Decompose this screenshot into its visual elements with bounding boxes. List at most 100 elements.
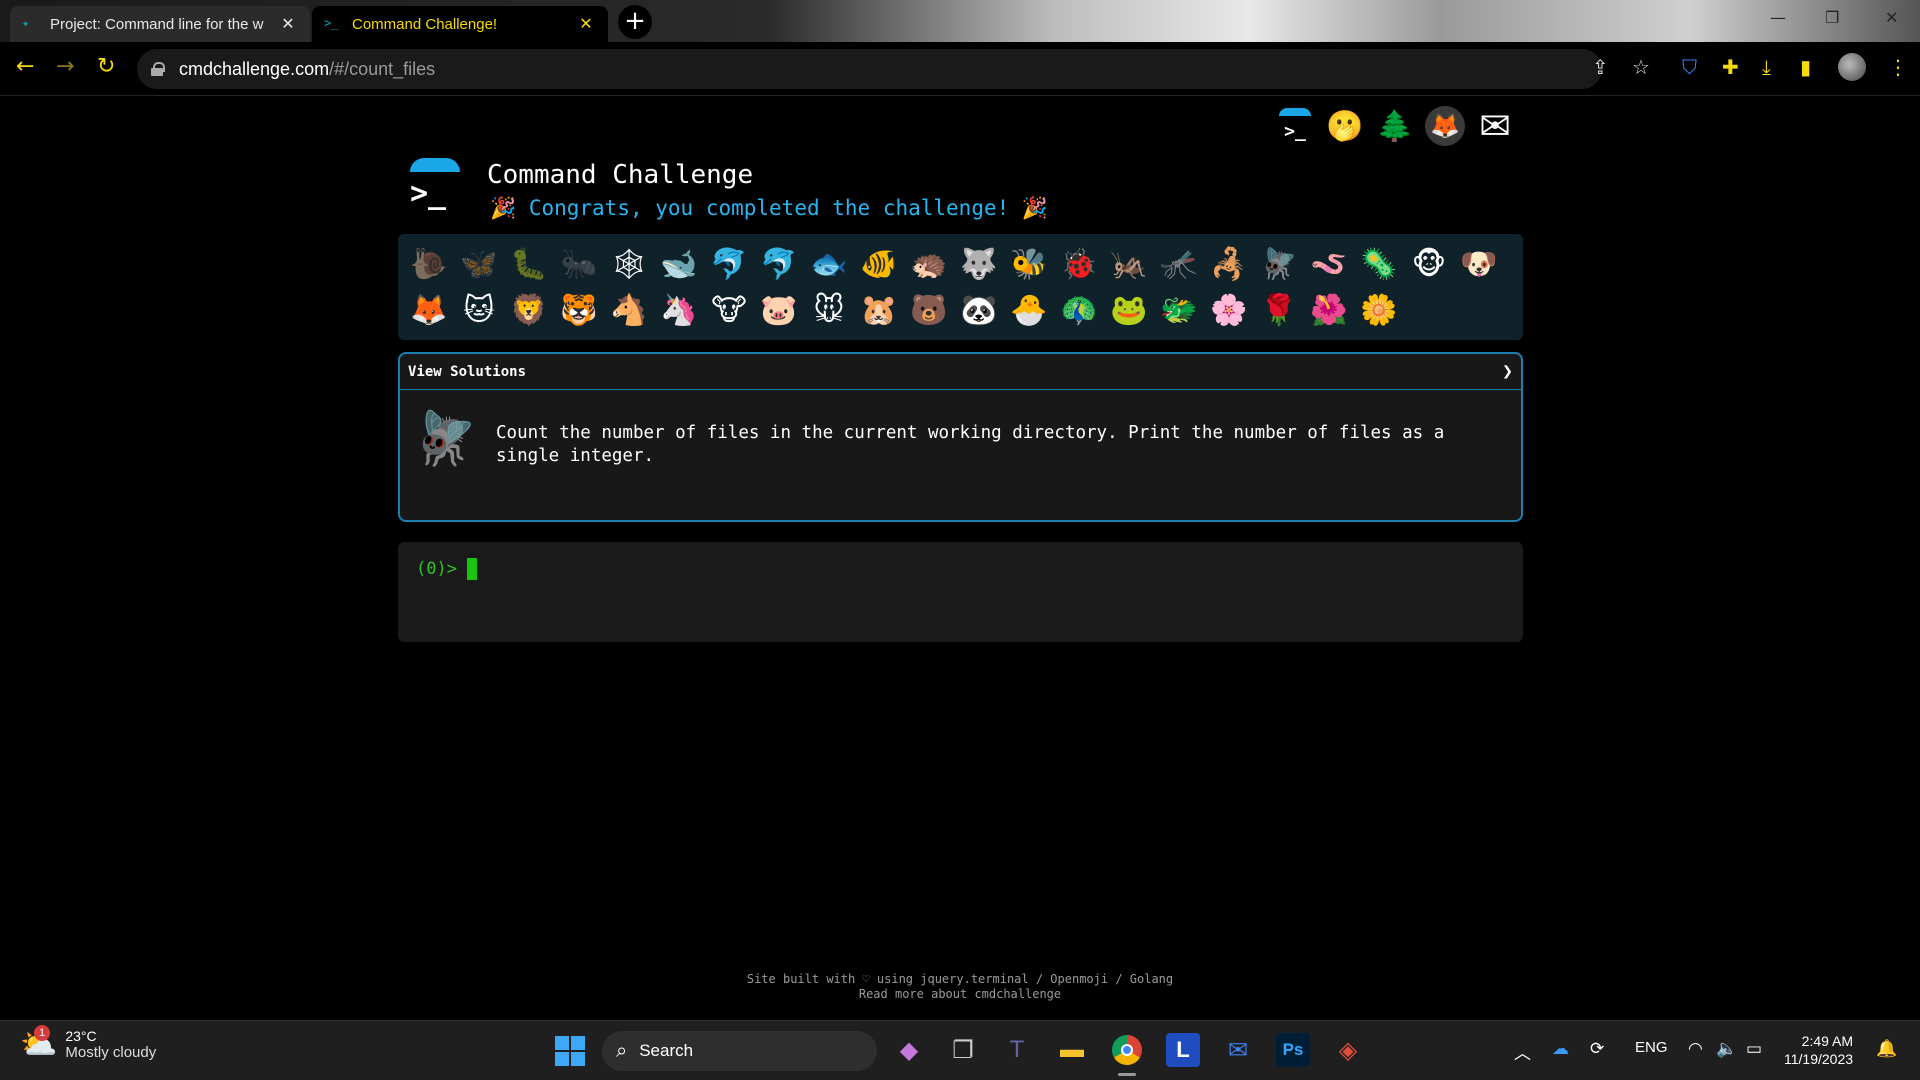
download-icon[interactable]: ⤓ (1762, 55, 1771, 79)
footer-credits[interactable]: Site built with ♡ using jquery.terminal … (0, 972, 1920, 987)
git-app-icon[interactable]: ◈ (1331, 1033, 1365, 1067)
challenge-emoji[interactable]: 🌼 (1354, 288, 1404, 334)
profile-avatar[interactable] (1838, 53, 1866, 81)
challenge-emoji[interactable]: 🐴 (604, 288, 654, 334)
teams-app-icon[interactable]: T (1000, 1033, 1034, 1067)
challenge-emoji[interactable]: 🐞 (1054, 242, 1104, 288)
photoshop-app-icon[interactable]: Ps (1276, 1033, 1310, 1067)
challenge-emoji[interactable]: 🌺 (1304, 288, 1354, 334)
weather-condition: Mostly cloudy (65, 1044, 157, 1061)
prompt-line[interactable]: (0)> (416, 558, 1505, 580)
challenge-emoji[interactable]: 🐸 (1104, 288, 1154, 334)
challenge-emoji[interactable]: 🐣 (1004, 288, 1054, 334)
challenge-emoji[interactable]: 🦋 (454, 242, 504, 288)
sync-icon[interactable]: ⟳ (1590, 1039, 1604, 1059)
close-window-icon[interactable]: ✕ (1885, 8, 1898, 27)
maximize-icon[interactable]: ❐ (1825, 8, 1839, 27)
start-button[interactable] (555, 1036, 585, 1066)
logo-prompt: >_ (410, 176, 447, 211)
challenge-emoji[interactable]: 🐹 (854, 288, 904, 334)
share-icon[interactable]: ⇪ (1592, 55, 1609, 79)
close-icon[interactable]: ✕ (278, 14, 298, 34)
challenge-emoji[interactable]: 🐟 (804, 242, 854, 288)
weather-widget[interactable]: ⛅ 1 23°C Mostly cloudy (20, 1025, 157, 1062)
challenge-emoji[interactable]: 🐬 (704, 242, 754, 288)
challenge-emoji[interactable]: 🐲 (1154, 288, 1204, 334)
challenge-emoji[interactable]: 🦄 (654, 288, 704, 334)
challenge-emoji[interactable]: 🦁 (504, 288, 554, 334)
challenge-emoji[interactable]: 🦟 (1154, 242, 1204, 288)
challenge-emoji[interactable]: 🐼 (954, 288, 1004, 334)
challenge-emoji[interactable]: 🐬 (754, 242, 804, 288)
challenge-emoji[interactable]: 🦔 (904, 242, 954, 288)
tab-command-challenge[interactable]: >_ Command Challenge! ✕ (312, 6, 608, 42)
challenge-emoji[interactable]: 🐶 (1454, 242, 1504, 288)
challenge-emoji[interactable]: 🦚 (1054, 288, 1104, 334)
side-panel-icon[interactable]: ▮ (1800, 55, 1811, 79)
tab-project-command-line[interactable]: ✦ Project: Command line for the w ✕ (10, 6, 310, 42)
close-icon[interactable]: ✕ (576, 14, 596, 34)
challenge-emoji[interactable]: 🐝 (1004, 242, 1054, 288)
terminal-cursor[interactable] (466, 558, 477, 580)
challenge-emoji[interactable]: 🐯 (554, 288, 604, 334)
challenge-emoji[interactable]: 🐋 (654, 242, 704, 288)
challenge-emoji[interactable]: 🦊 (404, 288, 454, 334)
tree-icon[interactable]: 🌲 (1375, 106, 1415, 146)
shushing-face-icon[interactable]: 🫢 (1325, 106, 1365, 146)
copilot-app-icon[interactable]: ◆ (892, 1033, 926, 1067)
challenge-emoji[interactable]: 🐵 (1404, 242, 1454, 288)
language-indicator[interactable]: ENG (1635, 1039, 1668, 1056)
footer-about-link[interactable]: Read more about cmdchallenge (0, 987, 1920, 1002)
challenge-emoji[interactable]: 🐜 (554, 242, 604, 288)
wifi-icon[interactable]: ◠ (1688, 1039, 1703, 1059)
challenge-emoji[interactable]: 🐌 (404, 242, 454, 288)
challenge-emoji[interactable]: 🐱 (454, 288, 504, 334)
taskbar-search[interactable]: ⌕ Search (602, 1031, 877, 1071)
chevron-up-icon[interactable]: ︿ (1514, 1039, 1531, 1064)
menu-kebab-icon[interactable]: ⋮ (1888, 55, 1908, 79)
back-icon[interactable]: ← (16, 54, 34, 79)
tab-favicon: >_ (324, 16, 339, 30)
reload-icon[interactable]: ↻ (97, 54, 115, 79)
clock[interactable]: 2:49 AM 11/19/2023 (1784, 1032, 1853, 1068)
challenge-emoji[interactable]: 🕸 (604, 242, 654, 288)
challenge-emoji[interactable]: 🦂 (1204, 242, 1254, 288)
notification-bell-icon[interactable]: 🔔 (1876, 1039, 1897, 1059)
address-bar[interactable]: cmdchallenge.com /#/count_files (137, 49, 1602, 89)
challenge-emoji[interactable]: 🐺 (954, 242, 1004, 288)
mail-app-icon[interactable]: ✉ (1221, 1033, 1255, 1067)
challenge-emoji[interactable]: 🪰 (1254, 242, 1304, 288)
shield-extension-icon[interactable]: ⛉ (1682, 55, 1697, 79)
challenge-emoji[interactable]: 🪱 (1304, 242, 1354, 288)
challenge-emoji[interactable]: 🐻 (904, 288, 954, 334)
battery-icon[interactable]: ▭ (1746, 1039, 1762, 1059)
challenge-description: Count the number of files in the current… (496, 423, 1445, 466)
gitlab-icon[interactable]: 🦊 (1425, 106, 1465, 146)
file-explorer-icon[interactable]: ▬ (1055, 1033, 1089, 1067)
challenge-emoji[interactable]: 🐷 (754, 288, 804, 334)
new-tab-button[interactable]: + (618, 5, 652, 39)
forward-icon[interactable]: → (56, 54, 74, 79)
minimize-icon[interactable]: — (1770, 8, 1786, 27)
challenge-emoji[interactable]: 🦗 (1104, 242, 1154, 288)
extensions-puzzle-icon[interactable]: ✚ (1722, 55, 1739, 79)
terminal-input[interactable]: (0)> (398, 542, 1523, 642)
lock-icon[interactable] (151, 62, 165, 76)
challenge-emoji[interactable]: 🐠 (854, 242, 904, 288)
chrome-app-icon[interactable] (1110, 1033, 1144, 1076)
mail-icon[interactable]: ✉ (1475, 104, 1515, 148)
challenge-emoji[interactable]: 🐮 (704, 288, 754, 334)
bookmark-star-icon[interactable]: ☆ (1632, 55, 1650, 79)
challenge-emoji[interactable]: 🐛 (504, 242, 554, 288)
l-app-icon[interactable]: L (1166, 1033, 1200, 1067)
challenge-emoji[interactable]: 🐭 (804, 288, 854, 334)
onedrive-icon[interactable]: ☁ (1552, 1039, 1569, 1059)
challenge-emoji[interactable]: 🌹 (1254, 288, 1304, 334)
view-solutions-header[interactable]: View Solutions ❯ (400, 354, 1521, 390)
terminal-link-icon[interactable]: >_ (1275, 106, 1315, 146)
chevron-right-icon[interactable]: ❯ (1502, 361, 1513, 382)
challenge-emoji[interactable]: 🌸 (1204, 288, 1254, 334)
volume-icon[interactable]: 🔈 (1716, 1039, 1737, 1059)
task-view-icon[interactable]: ❐ (946, 1033, 980, 1067)
challenge-emoji[interactable]: 🦠 (1354, 242, 1404, 288)
